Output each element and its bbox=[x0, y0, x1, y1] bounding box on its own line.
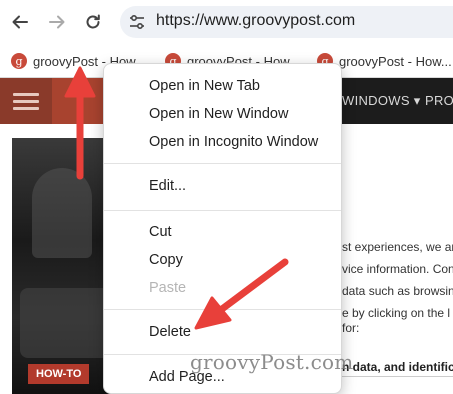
menu-item-copy[interactable]: Copy bbox=[149, 252, 183, 268]
privacy-text-line: vice information. Con bbox=[342, 262, 453, 276]
tune-icon[interactable] bbox=[128, 13, 146, 31]
arrow-left-icon bbox=[12, 15, 28, 29]
menu-separator bbox=[104, 309, 341, 310]
menu-item-paste: Paste bbox=[149, 280, 187, 296]
forward-button[interactable] bbox=[45, 10, 69, 34]
reload-icon bbox=[86, 14, 100, 29]
privacy-text-line: e by clicking on the l bbox=[342, 306, 451, 320]
privacy-notice-panel bbox=[342, 124, 453, 394]
nav-link-windows[interactable]: WINDOWS ▾ bbox=[342, 93, 421, 109]
menu-separator bbox=[104, 210, 341, 211]
reload-button[interactable] bbox=[81, 10, 105, 34]
url-text: https://www.groovypost.com bbox=[156, 12, 356, 29]
arrow-right-icon bbox=[49, 15, 65, 29]
menu-item-open-in-new-tab[interactable]: Open in New Tab bbox=[149, 78, 260, 94]
privacy-text-line: for: bbox=[342, 321, 360, 335]
groovypost-favicon-icon: g bbox=[11, 53, 27, 69]
address-bar[interactable]: https://www.groovypost.com bbox=[120, 6, 453, 38]
privacy-text-line: n data, and identifica bbox=[342, 360, 453, 374]
privacy-text-line: st experiences, we an bbox=[342, 240, 453, 254]
back-button[interactable] bbox=[8, 10, 32, 34]
site-logo[interactable] bbox=[52, 78, 110, 124]
hamburger-menu-icon[interactable] bbox=[0, 78, 52, 124]
menu-separator bbox=[104, 163, 341, 164]
menu-item-cut[interactable]: Cut bbox=[149, 224, 172, 240]
menu-item-open-in-new-window[interactable]: Open in New Window bbox=[149, 106, 288, 122]
divider bbox=[342, 376, 453, 377]
browser-toolbar: https://www.groovypost.com bbox=[0, 0, 453, 44]
bookmark-context-menu: Open in New Tab Open in New Window Open … bbox=[103, 63, 342, 394]
menu-item-edit[interactable]: Edit... bbox=[149, 178, 186, 194]
privacy-text-line: data such as browsin bbox=[342, 284, 453, 298]
nav-link-pro[interactable]: PRO bbox=[425, 93, 453, 108]
groovypost-watermark: groovyPost.com bbox=[190, 350, 354, 374]
menu-item-open-in-incognito-window[interactable]: Open in Incognito Window bbox=[149, 134, 318, 150]
category-badge[interactable]: HOW-TO bbox=[28, 364, 90, 384]
menu-item-delete[interactable]: Delete bbox=[149, 324, 191, 340]
bookmark-label: groovyPost - How... bbox=[339, 53, 452, 69]
